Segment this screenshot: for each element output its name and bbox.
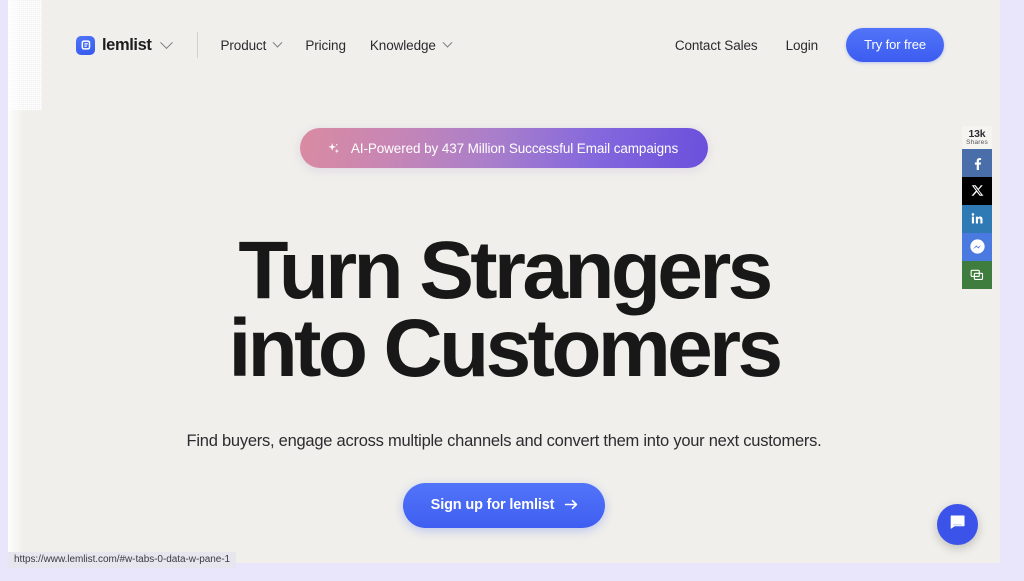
ai-powered-badge: AI-Powered by 437 Million Successful Ema… (299, 128, 709, 168)
browser-status-bar-url: https://www.lemlist.com/#w-tabs-0-data-w… (8, 552, 237, 568)
navbar-right-group: Contact Sales Login Try for free (675, 28, 944, 62)
page-title: Turn Strangers into Customers (8, 225, 1000, 394)
nav-item-pricing-label: Pricing (305, 37, 346, 53)
site-navbar: lemlist Product Pricing Knowledge Contac… (8, 0, 1000, 90)
linkedin-icon (971, 212, 984, 225)
x-twitter-icon (971, 184, 984, 197)
facebook-share-button[interactable] (962, 148, 992, 177)
share-count-badge: 13k Shares (962, 126, 992, 149)
nav-item-product-label: Product (220, 37, 267, 53)
navbar-links: Product Pricing Knowledge (220, 37, 453, 53)
ai-badge-label: AI-Powered by 437 Million Successful Ema… (350, 140, 679, 156)
nav-item-pricing[interactable]: Pricing (305, 38, 346, 53)
brand-chevron-down-icon[interactable] (160, 35, 174, 50)
lemlist-logo-icon (76, 35, 95, 55)
share-count-label: Shares (966, 139, 988, 147)
headline-line-1: Turn Strangers (238, 225, 773, 316)
chevron-down-icon (272, 37, 283, 48)
arrow-right-icon (564, 498, 579, 511)
nav-item-knowledge[interactable]: Knowledge (369, 37, 453, 53)
linkedin-share-button[interactable] (962, 204, 992, 233)
x-share-button[interactable] (962, 176, 992, 205)
hero-subtitle: Find buyers, engage across multiple chan… (186, 431, 822, 450)
headline-line-2: into Customers (228, 302, 784, 394)
page-canvas: lemlist Product Pricing Knowledge Contac… (8, 0, 1000, 563)
chevron-down-icon (442, 37, 453, 48)
browser-viewport: lemlist Product Pricing Knowledge Contac… (0, 0, 1024, 581)
social-share-rail: 13k Shares (962, 126, 992, 289)
nav-item-knowledge-label: Knowledge (369, 37, 436, 53)
nav-contact-sales-link[interactable]: Contact Sales (675, 38, 758, 53)
sms-icon (970, 268, 984, 282)
messenger-icon (969, 238, 986, 255)
brand-logo[interactable]: lemlist (76, 35, 152, 55)
sms-share-button[interactable] (962, 260, 992, 289)
messenger-share-button[interactable] (962, 232, 992, 261)
navbar-divider (197, 32, 199, 58)
hero-section: AI-Powered by 437 Million Successful Ema… (8, 90, 1000, 528)
navbar-left-group: lemlist Product Pricing Knowledge (76, 32, 453, 58)
brand-name-label: lemlist (102, 35, 152, 54)
chat-bubble-icon (948, 513, 967, 537)
nav-login-link[interactable]: Login (786, 38, 819, 53)
signup-cta-label: Sign up for lemlist (430, 496, 555, 513)
chat-launcher-button[interactable] (937, 504, 978, 545)
facebook-icon (970, 156, 984, 170)
try-for-free-button[interactable]: Try for free (846, 28, 944, 62)
nav-item-product[interactable]: Product (220, 37, 283, 53)
sparkle-icon (326, 141, 341, 156)
signup-cta-button[interactable]: Sign up for lemlist (402, 482, 606, 528)
